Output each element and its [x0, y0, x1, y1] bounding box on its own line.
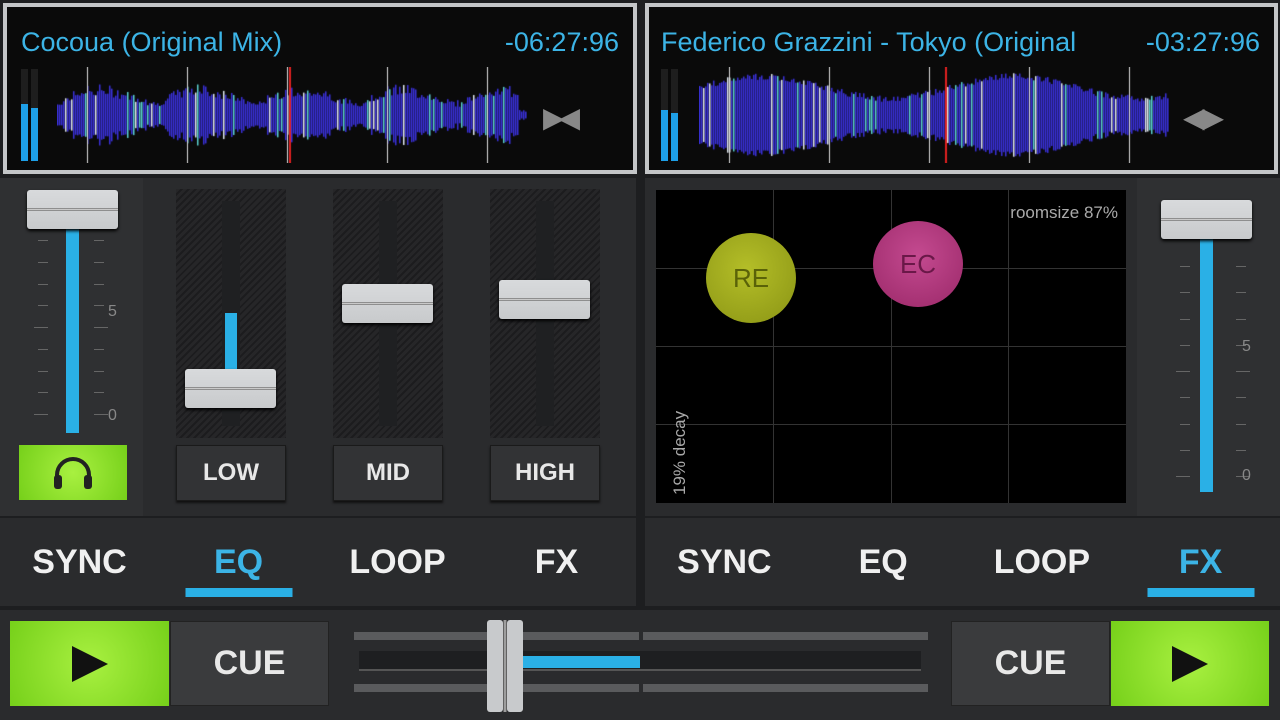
deck-b-sync-arrows-icon[interactable]: ◀▶: [1183, 101, 1224, 134]
scale-tick: [38, 348, 48, 350]
scale-tick: [38, 392, 48, 394]
scale-tick: [1236, 371, 1250, 372]
scale-tick: [1180, 292, 1190, 294]
scale-tick: [1236, 423, 1246, 425]
play-icon: [71, 645, 108, 682]
eq-mid-handle[interactable]: [342, 284, 433, 324]
deck-b-tab-loop[interactable]: LOOP: [963, 518, 1122, 606]
deck-b-fx-panel: roomsize 87% 19% decay RE EC 5 0: [645, 178, 1280, 516]
deck-a-sync-arrows-icon[interactable]: ▶◀: [543, 101, 580, 134]
scale-tick: [94, 305, 104, 307]
fx-ball-reverb[interactable]: RE: [706, 233, 796, 323]
deck-b-time: -03:27:96: [1145, 27, 1260, 57]
deck-a-tabs: SYNC EQ LOOP FX: [0, 518, 636, 606]
deck-a-headphone-button[interactable]: [19, 445, 127, 500]
deck-a-cue-button[interactable]: CUE: [170, 621, 329, 706]
deck-a-time: -06:27:96: [504, 27, 619, 57]
scale-tick: [1180, 423, 1190, 425]
scale-tick: [94, 261, 104, 263]
deck-b-volume-track[interactable]: [1200, 238, 1213, 492]
deck-b-tab-eq[interactable]: EQ: [804, 518, 963, 606]
eq-high-handle[interactable]: [499, 280, 590, 320]
deck-b-tab-fx[interactable]: FX: [1121, 518, 1280, 606]
scale-tick: [1236, 318, 1246, 320]
deck-b-play-button[interactable]: [1111, 621, 1269, 706]
scale-tick: [1176, 371, 1190, 372]
deck-a-waveform-panel: Cocoua (Original Mix) -06:27:96 ▶◀: [3, 3, 637, 174]
scale-tick: [1236, 397, 1246, 399]
fx-pad[interactable]: roomsize 87% 19% decay RE EC: [656, 190, 1126, 503]
crossfader-fill: [523, 656, 640, 668]
fx-ball-echo[interactable]: EC: [873, 221, 963, 307]
scale-label-0: 0: [1242, 467, 1251, 484]
headphones-icon: [54, 456, 92, 489]
scale-label-5: 5: [1242, 338, 1251, 355]
eq-mid-button[interactable]: MID: [333, 445, 443, 501]
scale-tick: [38, 261, 48, 263]
eq-high-button[interactable]: HIGH: [490, 445, 600, 501]
fx-pad-y-label: 19% decay: [670, 410, 689, 495]
fx-pad-x-label: roomsize 87%: [1010, 203, 1118, 222]
deck-a-level-meter-left: [21, 69, 28, 161]
scale-tick: [1180, 266, 1190, 267]
deck-a-play-button[interactable]: [10, 621, 169, 706]
scale-label-0: 0: [108, 407, 117, 424]
scale-tick: [94, 327, 108, 328]
deck-a-waveform[interactable]: [57, 67, 527, 163]
eq-low-fill: [225, 313, 237, 370]
deck-a-tab-sync[interactable]: SYNC: [0, 518, 159, 606]
scale-tick: [1180, 449, 1190, 451]
scale-tick: [1180, 318, 1190, 320]
deck-a-volume-handle[interactable]: [27, 190, 118, 229]
deck-b-volume-handle[interactable]: [1161, 200, 1252, 239]
crossfader[interactable]: [354, 620, 928, 712]
deck-b-level-meter-left: [661, 69, 668, 161]
scale-tick: [94, 414, 108, 415]
deck-a-level-meter-right: [31, 69, 38, 161]
scale-tick: [34, 414, 48, 415]
scale-tick: [94, 370, 104, 372]
deck-b-tabs: SYNC EQ LOOP FX: [645, 518, 1280, 606]
deck-a-tab-eq[interactable]: EQ: [159, 518, 318, 606]
deck-b-waveform[interactable]: [699, 67, 1169, 163]
scale-tick: [38, 283, 48, 285]
scale-tick: [38, 370, 48, 372]
scale-tick: [94, 283, 104, 285]
scale-tick: [94, 392, 104, 394]
scale-tick: [94, 348, 104, 350]
scale-tick: [1236, 292, 1246, 294]
deck-a-track-title: Cocoua (Original Mix): [21, 27, 283, 57]
scale-tick: [1176, 476, 1190, 477]
deck-a-tab-fx[interactable]: FX: [477, 518, 636, 606]
scale-tick: [94, 240, 104, 241]
scale-tick: [38, 305, 48, 307]
deck-a-tab-loop[interactable]: LOOP: [318, 518, 477, 606]
deck-b-tab-sync[interactable]: SYNC: [645, 518, 804, 606]
scale-tick: [1236, 449, 1246, 451]
scale-label-5: 5: [108, 303, 117, 320]
crossfader-handle[interactable]: [487, 620, 524, 712]
deck-b-cue-button[interactable]: CUE: [951, 621, 1110, 706]
deck-a-eq-panel: 5 0 LOW MID HIGH: [0, 178, 636, 516]
deck-b-track-title: Federico Grazzini - Tokyo (Original: [661, 27, 1077, 57]
scale-tick: [1180, 344, 1190, 346]
scale-tick: [1236, 266, 1246, 267]
deck-b-waveform-panel: Federico Grazzini - Tokyo (Original -03:…: [645, 3, 1278, 174]
scale-tick: [38, 240, 48, 241]
deck-a-volume-track[interactable]: [66, 228, 79, 433]
deck-b-level-meter-right: [671, 69, 678, 161]
scale-tick: [34, 327, 48, 328]
eq-low-button[interactable]: LOW: [176, 445, 286, 501]
play-icon: [1172, 645, 1208, 682]
scale-tick: [1180, 397, 1190, 399]
eq-low-handle[interactable]: [185, 369, 276, 409]
